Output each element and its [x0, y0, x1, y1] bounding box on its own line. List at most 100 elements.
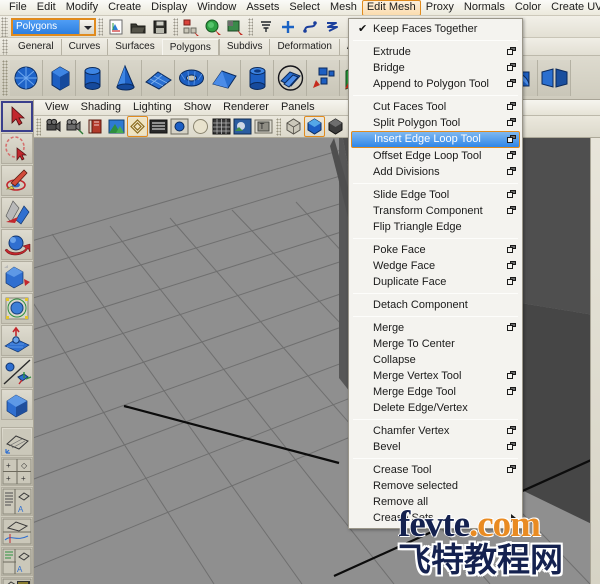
- menu-option-merge-vertex-tool[interactable]: Merge Vertex Tool: [349, 368, 522, 384]
- option-box-icon[interactable]: [507, 465, 517, 475]
- toolbar-grip-1[interactable]: [98, 17, 103, 36]
- select-by-object-icon[interactable]: [204, 18, 222, 36]
- shelf-tab-grip[interactable]: [2, 39, 8, 55]
- menu-option-bevel[interactable]: Bevel: [349, 439, 522, 455]
- menu-option-collapse[interactable]: Collapse: [349, 352, 522, 368]
- bookmark-icon[interactable]: [86, 117, 105, 136]
- polygon-plane-icon[interactable]: [142, 59, 175, 96]
- menu-option-extrude[interactable]: Extrude: [349, 44, 522, 60]
- option-box-icon[interactable]: [507, 47, 517, 57]
- menu-item-color[interactable]: Color: [510, 0, 546, 15]
- menu-item-assets[interactable]: Assets: [241, 0, 284, 15]
- panel-menu-shading[interactable]: Shading: [75, 101, 127, 114]
- xray-icon[interactable]: [304, 116, 325, 137]
- persp-graph-dope-layout-button[interactable]: [1, 577, 33, 584]
- status-line-grip[interactable]: [1, 16, 8, 37]
- selection-mode-dropdown[interactable]: Polygons: [11, 17, 96, 36]
- wireframe-shaded-icon[interactable]: [149, 117, 168, 136]
- menu-item-window[interactable]: Window: [192, 0, 241, 15]
- menu-option-merge[interactable]: Merge: [349, 320, 522, 336]
- option-box-icon[interactable]: [507, 63, 517, 73]
- option-box-icon[interactable]: [507, 190, 517, 200]
- snap-to-view-planes-icon[interactable]: [323, 18, 341, 36]
- shelf-tab-polygons[interactable]: Polygons: [161, 39, 219, 55]
- menu-option-wedge-face[interactable]: Wedge Face: [349, 258, 522, 274]
- chevron-down-icon[interactable]: [79, 19, 94, 34]
- shadows-icon[interactable]: [284, 117, 303, 136]
- panel-menu-lighting[interactable]: Lighting: [127, 101, 178, 114]
- option-box-icon[interactable]: [507, 151, 517, 161]
- panel-menu-view[interactable]: View: [39, 101, 75, 114]
- menu-option-merge-to-center[interactable]: Merge To Center: [349, 336, 522, 352]
- option-box-icon[interactable]: [507, 261, 517, 271]
- menu-item-mesh[interactable]: Mesh: [325, 0, 362, 15]
- four-view-layout-button[interactable]: + ◇ + +: [1, 457, 33, 486]
- menu-option-detach-component[interactable]: Detach Component: [349, 297, 522, 313]
- polygon-cylinder-icon[interactable]: [76, 59, 109, 96]
- select-camera-icon[interactable]: [44, 117, 63, 136]
- menu-item-display[interactable]: Display: [146, 0, 192, 15]
- shelf-tab-general[interactable]: General: [11, 39, 61, 55]
- combine-icon[interactable]: [307, 59, 340, 96]
- polygon-sphere-icon[interactable]: [10, 59, 43, 96]
- lasso-select-tool-button[interactable]: [1, 133, 33, 164]
- snap-to-points-icon[interactable]: [301, 18, 319, 36]
- select-by-component-icon[interactable]: [226, 18, 244, 36]
- option-box-icon[interactable]: [507, 387, 517, 397]
- select-by-hierarchy-icon[interactable]: [182, 18, 200, 36]
- snap-to-curves-icon[interactable]: [279, 18, 297, 36]
- last-tool-used-button[interactable]: [1, 389, 33, 420]
- option-box-icon[interactable]: [507, 323, 517, 333]
- save-scene-icon[interactable]: [151, 18, 169, 36]
- shelf-tab-deformation[interactable]: Deformation: [269, 39, 338, 55]
- option-box-icon[interactable]: [507, 245, 517, 255]
- polygon-prism-icon[interactable]: [208, 59, 241, 96]
- menu-option-duplicate-face[interactable]: Duplicate Face: [349, 274, 522, 290]
- universal-manipulator-tool-button[interactable]: [1, 293, 33, 324]
- menu-option-poke-face[interactable]: Poke Face: [349, 242, 522, 258]
- option-box-icon[interactable]: [507, 206, 517, 216]
- menu-option-merge-edge-tool[interactable]: Merge Edge Tool: [349, 384, 522, 400]
- menu-option-crease-tool[interactable]: Crease Tool: [349, 462, 522, 478]
- menu-option-remove-selected[interactable]: Remove selected: [349, 478, 522, 494]
- menu-item-file[interactable]: File: [4, 0, 32, 15]
- polygon-torus-icon[interactable]: [175, 59, 208, 96]
- toolbar-grip-2[interactable]: [173, 17, 178, 36]
- menu-item-edit-mesh[interactable]: Edit Mesh: [361, 0, 421, 15]
- option-box-icon[interactable]: [507, 442, 517, 452]
- scale-tool-button[interactable]: [1, 261, 33, 292]
- hypershade-persp-layout-button[interactable]: A: [1, 547, 33, 576]
- select-tool-button[interactable]: [1, 101, 33, 132]
- option-box-icon[interactable]: [507, 426, 517, 436]
- texture-icon[interactable]: [233, 117, 252, 136]
- move-tool-button[interactable]: [1, 197, 33, 228]
- menu-option-cut-faces-tool[interactable]: Cut Faces Tool: [349, 99, 522, 115]
- option-box-icon[interactable]: [507, 79, 517, 89]
- polygon-helix-icon[interactable]: [274, 59, 307, 96]
- menu-option-keep-faces-together[interactable]: ✔ Keep Faces Together: [349, 21, 522, 37]
- menu-item-select[interactable]: Select: [284, 0, 325, 15]
- menu-option-insert-edge-loop-tool[interactable]: Insert Edge Loop Tool: [351, 131, 520, 148]
- new-scene-icon[interactable]: [107, 18, 125, 36]
- menu-option-bridge[interactable]: Bridge: [349, 60, 522, 76]
- two-sided-lighting-icon[interactable]: [127, 116, 148, 137]
- soft-modification-tool-button[interactable]: [1, 325, 33, 356]
- show-manipulator-tool-button[interactable]: [1, 357, 33, 388]
- menu-item-proxy[interactable]: Proxy: [421, 0, 459, 15]
- menu-option-add-divisions[interactable]: Add Divisions: [349, 164, 522, 180]
- xray-joints-icon[interactable]: [326, 117, 345, 136]
- open-scene-icon[interactable]: [129, 18, 147, 36]
- menu-option-remove-all[interactable]: Remove all: [349, 494, 522, 510]
- shelf-tab-surfaces[interactable]: Surfaces: [107, 39, 161, 55]
- option-box-icon[interactable]: [507, 118, 517, 128]
- paint-selection-tool-button[interactable]: [1, 165, 33, 196]
- menu-item-create[interactable]: Create: [103, 0, 146, 15]
- rotate-tool-button[interactable]: [1, 229, 33, 260]
- outliner-persp-layout-button[interactable]: A: [1, 487, 33, 516]
- option-box-icon[interactable]: [507, 277, 517, 287]
- menu-option-append-to-polygon-tool[interactable]: Append to Polygon Tool: [349, 76, 522, 92]
- menu-option-split-polygon-tool[interactable]: Split Polygon Tool: [349, 115, 522, 131]
- single-perspective-layout-button[interactable]: [1, 427, 33, 456]
- polygon-cone-icon[interactable]: [109, 59, 142, 96]
- option-box-icon[interactable]: [507, 135, 517, 145]
